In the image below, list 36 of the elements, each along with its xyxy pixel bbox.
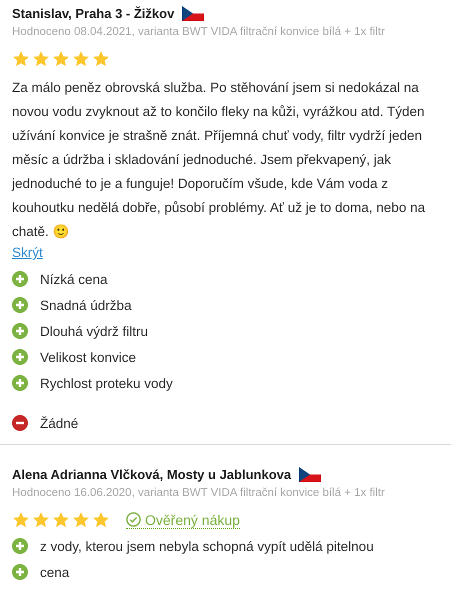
czech-flag-icon bbox=[182, 6, 204, 21]
plus-icon bbox=[12, 323, 28, 339]
star-icon bbox=[92, 50, 110, 68]
pro-text: Snadná údržba bbox=[40, 298, 132, 312]
plus-icon bbox=[12, 349, 28, 365]
star-icon bbox=[72, 511, 90, 529]
verified-purchase-link[interactable]: Ověřený nákup bbox=[126, 512, 240, 528]
pro-text: z vody, kterou jsem nebyla schopná vypít udělá pitelnou bbox=[40, 538, 374, 554]
reviewer-name: Stanislav, Praha 3 - Žižkov bbox=[12, 6, 174, 21]
hide-link[interactable]: Skrýt bbox=[12, 245, 43, 260]
review-meta: Hodnoceno 16.06.2020, varianta BWT VIDA filtrační konvice bílá + 1x filtr bbox=[12, 487, 386, 499]
plus-icon bbox=[12, 564, 28, 580]
star-icon bbox=[12, 50, 30, 68]
star-icon bbox=[52, 50, 70, 68]
star-icon bbox=[72, 50, 90, 68]
star-icon bbox=[12, 511, 30, 529]
pro-text: Velikost konvice bbox=[40, 350, 136, 364]
star-icon bbox=[32, 511, 50, 529]
review-text: Za málo peněz obrovská služba. Po stěhování jsem si nedokázal na novou vodu zvyknout až to končilo fleky na kůži, vyrážkou atd. Týden užívání konvice je strašně znát. Příjemná chuť vody, filtr vydrží jeden měsíc a údržba i skladování jednoduché. Jsem překvapený, jak jednoduché to je a funguje! Doporučím všude, kde Vám voda z kouhoutku nedělá dobře, působí problémy. Ať už je to doma, nebo na chatě. 🙂 bbox=[12, 80, 426, 239]
review-meta: Hodnoceno 08.04.2021, varianta BWT VIDA filtrační konvice bílá + 1x filtr bbox=[12, 26, 386, 38]
con-text: Žádné bbox=[40, 416, 78, 430]
star-icon bbox=[52, 511, 70, 529]
pro-text: Nízká cena bbox=[40, 272, 108, 286]
reviewer-name: Alena Adrianna Vlčková, Mosty u Jablunkova bbox=[12, 467, 292, 482]
pro-text: Dlouhá výdrž filtru bbox=[40, 324, 148, 338]
star-icon bbox=[32, 50, 50, 68]
czech-flag-icon bbox=[299, 467, 322, 482]
check-circle-icon bbox=[126, 512, 141, 527]
minus-icon bbox=[12, 415, 28, 431]
star-icon bbox=[92, 511, 110, 529]
pro-text: Rychlost proteku vody bbox=[40, 376, 173, 390]
plus-icon bbox=[12, 297, 28, 313]
plus-icon bbox=[12, 375, 28, 391]
plus-icon bbox=[12, 271, 28, 287]
pro-text: cena bbox=[40, 564, 70, 580]
plus-icon bbox=[12, 538, 28, 554]
